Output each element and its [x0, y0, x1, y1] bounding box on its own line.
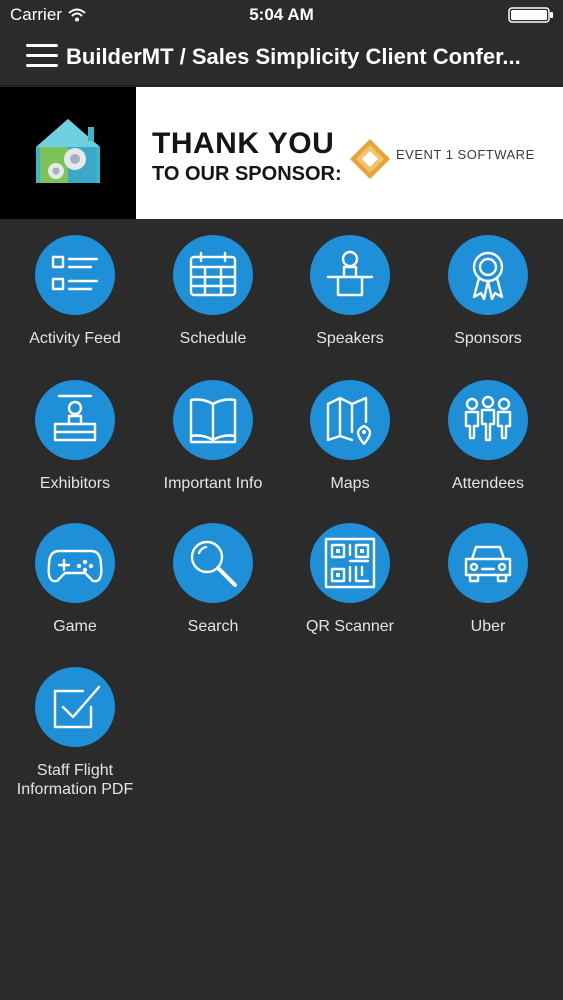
tile-qr-scanner[interactable]: QR Scanner: [280, 523, 420, 653]
tile-label: Sponsors: [454, 330, 522, 347]
tile-label: Game: [53, 618, 97, 635]
page-title: BuilderMT / Sales Simplicity Client Conf…: [66, 44, 521, 69]
banner-subtitle: TO OUR SPONSOR:: [152, 163, 342, 185]
house-gear-icon: [36, 119, 100, 183]
checkbox-icon: [35, 667, 115, 747]
tile-speakers[interactable]: Speakers: [280, 235, 420, 365]
tile-label: Speakers: [316, 330, 384, 347]
tile-label: QR Scanner: [305, 618, 395, 635]
tile-schedule[interactable]: Schedule: [143, 235, 283, 365]
tile-label: Schedule: [179, 330, 247, 347]
map-icon: [310, 380, 390, 460]
status-time: 5:04 AM: [249, 5, 314, 24]
people-icon: [448, 380, 528, 460]
banner-title: THANK YOU: [152, 127, 335, 160]
tile-label: Attendees: [451, 475, 525, 492]
tile-label: Uber: [470, 618, 506, 635]
sponsor-name: EVENT 1 SOFTWARE: [396, 147, 535, 162]
sponsor-banner[interactable]: THANK YOU TO OUR SPONSOR: EVENT 1 SOFTWA…: [0, 87, 563, 219]
ribbon-icon: [448, 235, 528, 315]
tile-search[interactable]: Search: [143, 523, 283, 653]
car-icon: [448, 523, 528, 603]
search-icon: [173, 523, 253, 603]
tile-label: Staff Flight Information PDF: [16, 762, 134, 798]
tile-exhibitors[interactable]: Exhibitors: [5, 380, 145, 510]
tile-staff-flight-information-pdf[interactable]: Staff Flight Information PDF: [5, 667, 145, 798]
tile-label: Important Info: [163, 475, 263, 492]
tile-label: Exhibitors: [39, 475, 111, 492]
calendar-icon: [173, 235, 253, 315]
gamepad-icon: [35, 523, 115, 603]
book-icon: [173, 380, 253, 460]
tile-label: Activity Feed: [29, 330, 121, 347]
tile-attendees[interactable]: Attendees: [418, 380, 558, 510]
battery-icon: [508, 7, 553, 23]
nav-bar: BuilderMT / Sales Simplicity Client Conf…: [0, 30, 563, 86]
tile-label: Maps: [330, 475, 370, 492]
app-logo: [0, 87, 136, 219]
list-icon: [35, 235, 115, 315]
menu-icon[interactable]: [26, 44, 58, 70]
tile-important-info[interactable]: Important Info: [143, 380, 283, 510]
tile-uber[interactable]: Uber: [418, 523, 558, 653]
tile-label: Search: [187, 618, 239, 635]
tile-game[interactable]: Game: [5, 523, 145, 653]
tile-activity-feed[interactable]: Activity Feed: [5, 235, 145, 365]
tile-maps[interactable]: Maps: [280, 380, 420, 510]
status-bar: Carrier 5:04 AM: [0, 0, 563, 30]
speaker-icon: [310, 235, 390, 315]
tile-sponsors[interactable]: Sponsors: [418, 235, 558, 365]
booth-icon: [35, 380, 115, 460]
qr-code-icon: [310, 523, 390, 603]
